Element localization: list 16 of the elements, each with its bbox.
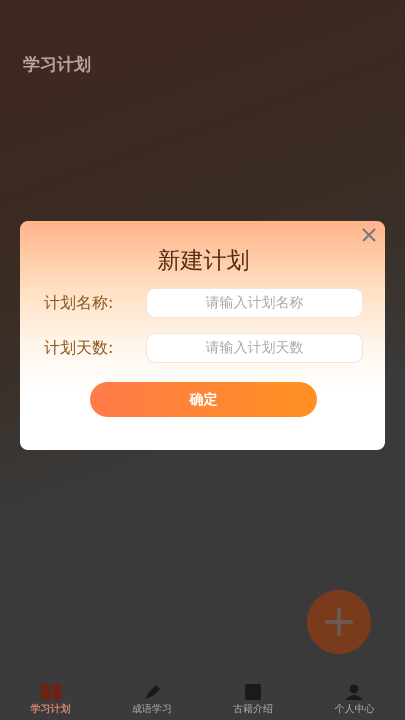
pen-icon [142, 684, 161, 700]
input-field[interactable]: 请输入计划天数 [146, 333, 363, 363]
dialog-title: 新建计划 [158, 247, 250, 276]
input-field[interactable]: 请输入计划名称 [146, 288, 363, 318]
nav-tab[interactable]: 古籍介绍 [202, 680, 304, 720]
nav-tab[interactable]: 个人中心 [304, 680, 405, 720]
plus-icon [325, 608, 353, 636]
close-button[interactable] [361, 227, 377, 243]
nav-tab[interactable]: 成语学习 [101, 680, 202, 720]
nav-tab[interactable]: 学习计划 [0, 680, 102, 720]
page-title: 学习计划 [22, 54, 92, 77]
field-label: 计划名称: [44, 292, 114, 314]
field-label: 计划天数: [44, 338, 114, 358]
book-icon [40, 684, 61, 700]
person-icon [345, 684, 364, 700]
album-icon [245, 684, 262, 700]
